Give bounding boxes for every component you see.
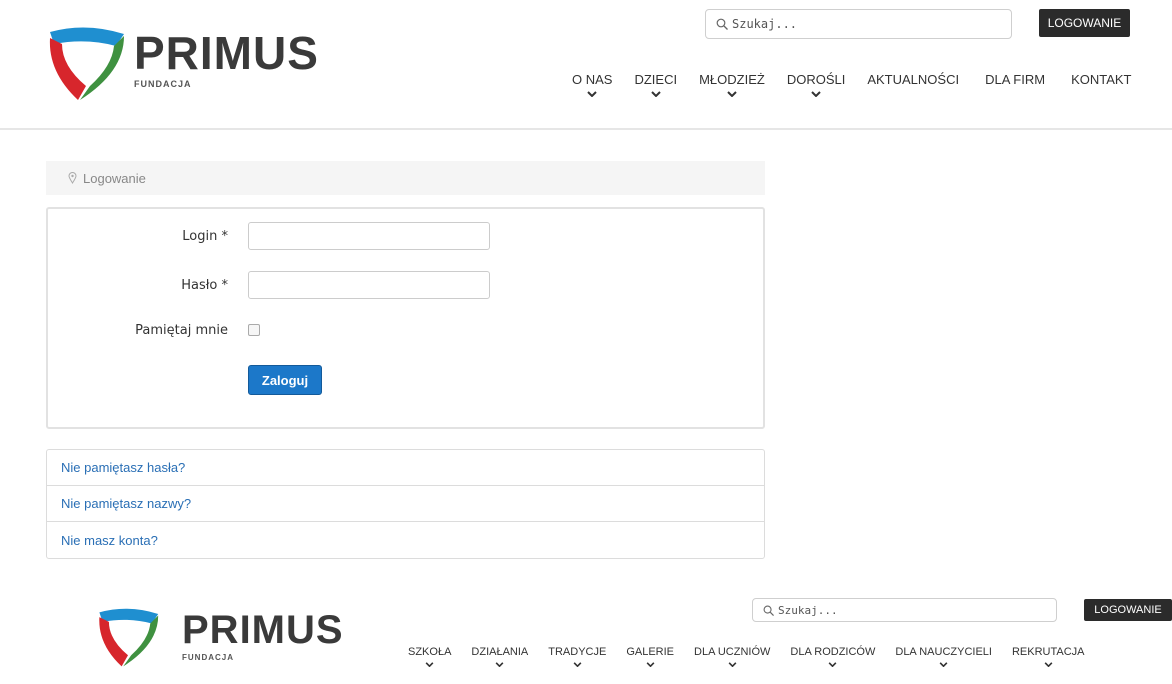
nav-label: SZKOŁA [408,646,452,658]
main-nav: O NAS DZIECI MŁODZIEŻ DOROŚLI AKTUALNOŚC… [572,72,1132,97]
chevron-down-icon [573,662,582,667]
remember-me-label: Pamiętaj mnie [135,323,228,338]
nav-item-mlodziez[interactable]: MŁODZIEŻ [699,72,765,97]
search-input-bottom[interactable]: Szukaj... [752,598,1057,622]
chevron-down-icon [651,91,661,97]
login-input[interactable] [248,222,490,250]
chevron-down-icon [727,91,737,97]
breadcrumb-label: Logowanie [83,170,146,186]
chevron-down-icon [587,91,597,97]
chevron-down-icon [646,662,655,667]
chevron-down-icon [828,662,837,667]
search-input[interactable]: Szukaj... [705,9,1012,39]
nav-item-dorosli[interactable]: DOROŚLI [786,72,846,97]
nav-label: DLA NAUCZYCIELI [895,646,992,658]
password-input[interactable] [248,271,490,299]
nav-item-galerie[interactable]: GALERIE [626,646,674,667]
nav-item-tradycje[interactable]: TRADYCJE [548,646,606,667]
forgot-password-link[interactable]: Nie pamiętasz hasła? [47,450,764,486]
search-placeholder: Szukaj... [778,603,838,617]
nav-item-dla-uczniow[interactable]: DLA UCZNIÓW [694,646,770,667]
brand-name: PRIMUS [134,27,319,79]
chevron-down-icon [939,662,948,667]
location-pin-icon [68,172,77,184]
nav-label: KONTAKT [1071,72,1132,87]
chevron-down-icon [495,662,504,667]
chevron-down-icon [1044,662,1053,667]
header-divider [0,128,1172,130]
nav-label: TRADYCJE [548,646,607,658]
brand-name: PRIMUS [182,608,344,652]
chevron-down-icon [811,91,821,97]
shield-logo-icon [99,608,159,667]
breadcrumb: Logowanie [46,161,765,195]
login-form: Login * Hasło * Pamiętaj mnie Zaloguj [46,207,765,429]
search-placeholder: Szukaj... [732,17,798,31]
nav-label: DLA FIRM [985,72,1046,87]
nav-label: DLA RODZICÓW [790,646,876,658]
brand-subtitle: FUNDACJA [182,653,234,662]
nav-item-o-nas[interactable]: O NAS [572,72,612,97]
account-links: Nie pamiętasz hasła? Nie pamiętasz nazwy… [46,449,765,559]
nav-label: REKRUTACJA [1011,646,1085,658]
nav-label: DOROŚLI [786,72,846,87]
password-label: Hasło * [181,278,228,293]
nav-label: MŁODZIEŻ [699,72,765,87]
brand-subtitle: FUNDACJA [134,79,192,89]
remember-me-checkbox[interactable] [248,324,260,336]
chevron-down-icon [728,662,737,667]
nav-item-kontakt[interactable]: KONTAKT [1071,72,1131,97]
nav-label: AKTUALNOŚCI [867,72,960,87]
chevron-down-icon [425,662,434,667]
nav-item-dzialania[interactable]: DZIAŁANIA [471,646,528,667]
register-link[interactable]: Nie masz konta? [47,522,764,558]
login-label: Login * [182,229,228,244]
primus-logo[interactable]: PRIMUS FUNDACJA [46,24,319,102]
login-button[interactable]: LOGOWANIE [1039,9,1130,37]
nav-label: DZIAŁANIA [471,646,529,658]
nav-item-rekrutacja[interactable]: REKRUTACJA [1012,646,1085,667]
nav-label: DZIECI [634,72,678,87]
search-icon [763,605,774,616]
search-icon [716,18,728,30]
login-button-bottom[interactable]: LOGOWANIE [1084,599,1172,621]
forgot-username-link[interactable]: Nie pamiętasz nazwy? [47,486,764,522]
login-submit-button[interactable]: Zaloguj [248,365,322,395]
site-header: PRIMUS FUNDACJA Szukaj... LOGOWANIE O NA… [0,0,1172,130]
nav-item-szkola[interactable]: SZKOŁA [408,646,451,667]
nav-label: GALERIE [626,646,675,658]
nav-item-dla-rodzicow[interactable]: DLA RODZICÓW [790,646,875,667]
nav-label: O NAS [572,72,613,87]
nav-label: DLA UCZNIÓW [694,646,771,658]
main-nav-bottom: SZKOŁA DZIAŁANIA TRADYCJE GALERIE DLA UC… [408,646,1085,667]
nav-item-dla-nauczycieli[interactable]: DLA NAUCZYCIELI [895,646,992,667]
nav-item-aktualnosci[interactable]: AKTUALNOŚCI [867,72,959,97]
primus-logo-bottom[interactable]: PRIMUS FUNDACJA [92,606,344,668]
shield-logo-icon [49,27,124,100]
nav-item-dla-firm[interactable]: DLA FIRM [985,72,1045,97]
nav-item-dzieci[interactable]: DZIECI [634,72,677,97]
